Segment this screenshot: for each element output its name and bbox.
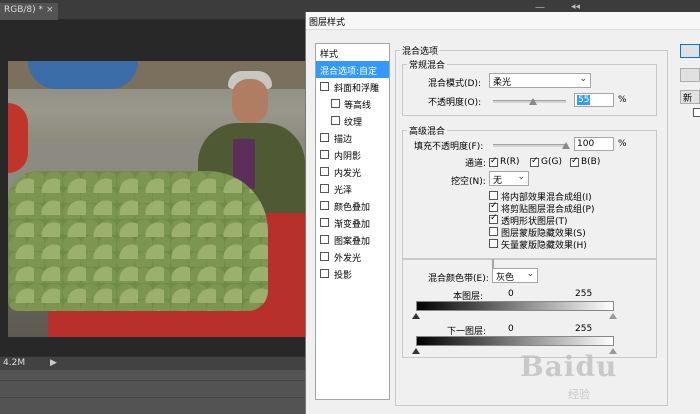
bottom-panel [0,370,305,414]
style-item-drop-shadow[interactable]: 投影 [316,265,389,282]
style-item-outer-glow[interactable]: 外发光 [316,248,389,265]
opacity-value: 55 [577,95,591,105]
this-layer-low-value: 0 [508,289,514,299]
preview-checkbox[interactable] [693,108,700,117]
knockout-select[interactable]: 无 ⌄ [489,171,529,186]
fill-opacity-slider-track[interactable] [493,144,566,147]
channels-label: 通道: [465,159,487,169]
knockout-label: 挖空(N): [451,177,486,187]
style-item-stroke[interactable]: 描边 [316,129,389,146]
style-item-bevel-emboss[interactable]: 斜面和浮雕 [316,78,389,95]
channel-r-checkbox[interactable] [489,156,498,167]
channel-g-checkbox[interactable] [530,156,539,167]
style-checkbox[interactable] [320,201,329,210]
style-item-blend-options[interactable]: 混合选项:自定 [316,61,389,78]
canvas-area [0,20,305,362]
chevron-down-icon: ⌄ [517,172,525,182]
style-checkbox[interactable] [320,218,329,227]
channel-b-label: B(B) [581,157,601,167]
opacity-slider-thumb[interactable] [529,98,538,105]
blend-if-value: 灰色 [496,273,515,283]
opacity-input[interactable]: 55 [574,93,614,107]
style-checkbox[interactable] [331,116,340,125]
channel-r-label: R(R) [500,157,520,167]
style-checkbox[interactable] [320,150,329,159]
document-tab-label: RGB/8) * [4,5,44,15]
chevron-down-icon: ⌄ [579,74,587,84]
fill-opacity-input[interactable]: 100 [574,137,614,151]
styles-list-header[interactable]: 样式 [316,44,389,61]
dialog-titlebar[interactable]: 图层样式 [306,12,700,30]
blend-if-select[interactable]: 灰色 ⌄ [492,268,538,283]
opacity-unit: % [618,95,627,105]
advanced-blending-title: 高级混合 [407,124,448,137]
fill-opacity-slider-thumb[interactable] [562,142,570,149]
general-blending-group: 常规混合 混合模式(D): 柔光 ⌄ 不透明度(O): 55 % [402,58,657,116]
blend-mode-select[interactable]: 柔光 ⌄ [489,73,591,88]
underlying-layer-low-thumb[interactable] [412,348,420,354]
fill-opacity-unit: % [618,139,627,149]
new-style-button[interactable]: 新 [680,90,700,104]
style-checkbox[interactable] [320,167,329,176]
blend-options-title: 混合选项 [400,44,441,57]
channel-g-label: G(G) [541,157,562,167]
blend-if-group: 混合颜色带(E): 灰色 ⌄ 本图层: 0 255 下一图层: 0 255 [402,258,657,358]
baidu-watermark: Baidu 经验 [520,350,700,410]
vector-mask-hides-effects-checkbox[interactable] [489,239,498,248]
cancel-button[interactable] [680,68,700,82]
underlying-layer-high-value: 255 [575,324,593,334]
this-layer-high-value: 255 [575,289,593,299]
style-checkbox[interactable] [331,99,340,108]
style-checkbox[interactable] [320,252,329,261]
play-icon[interactable]: ▶ [50,358,57,368]
style-item-contour[interactable]: 等高线 [316,95,389,112]
general-blending-title: 常规混合 [407,58,448,71]
ok-button[interactable] [680,44,700,58]
style-item-inner-glow[interactable]: 内发光 [316,163,389,180]
blend-clipped-layers-checkbox[interactable] [489,201,498,212]
collapse-panels-icon[interactable]: ◂◂ [571,2,580,12]
fill-opacity-label: 填充不透明度(F): [414,142,484,152]
style-item-texture[interactable]: 纹理 [316,112,389,129]
transparency-shapes-layer-checkbox[interactable] [489,213,498,224]
styles-list: 样式 混合选项:自定 斜面和浮雕 等高线 纹理 描边 内阴影 内发光 光泽 颜色… [315,43,390,400]
blend-interior-effects-checkbox[interactable] [489,191,498,200]
style-checkbox[interactable] [320,235,329,244]
document-tab[interactable]: RGB/8) * × [0,3,58,20]
underlying-layer-gradient[interactable] [416,336,614,346]
style-item-color-overlay[interactable]: 颜色叠加 [316,197,389,214]
chevron-down-icon: ⌄ [526,269,534,279]
opacity-label: 不透明度(O): [428,98,482,108]
style-checkbox[interactable] [320,82,329,91]
watermark-logo: Baidu [520,350,618,383]
this-layer-gradient[interactable] [416,301,614,311]
knockout-value: 无 [493,176,503,186]
blend-if-label: 混合颜色带(E): [428,274,489,284]
document-photo[interactable] [8,61,305,337]
style-item-gradient-overlay[interactable]: 渐变叠加 [316,214,389,231]
blend-mode-label: 混合模式(D): [428,79,481,89]
dialog-title: 图层样式 [309,18,346,28]
style-checkbox[interactable] [320,269,329,278]
this-layer-low-thumb[interactable] [412,313,420,319]
document-size-readout: 4.2M [3,358,26,368]
blend-mode-value: 柔光 [493,78,512,88]
style-checkbox[interactable] [320,184,329,193]
watermark-subtitle: 经验 [568,388,590,401]
underlying-layer-low-value: 0 [508,324,514,334]
status-bar: 4.2M ▶ [0,356,305,370]
this-layer-high-thumb[interactable] [609,313,617,319]
vector-mask-hides-effects-label: 矢量蒙版隐藏效果(H) [501,241,587,251]
style-item-pattern-overlay[interactable]: 图案叠加 [316,231,389,248]
advanced-blending-group: 高级混合 填充不透明度(F): 100 % 通道: R(R) G(G) B(B)… [402,124,657,260]
layer-mask-hides-effects-checkbox[interactable] [489,227,498,236]
style-checkbox[interactable] [320,133,329,142]
style-item-satin[interactable]: 光泽 [316,180,389,197]
fill-opacity-value: 100 [577,139,595,149]
style-item-inner-shadow[interactable]: 内阴影 [316,146,389,163]
close-icon[interactable]: × [46,5,54,15]
channel-b-checkbox[interactable] [570,156,579,167]
